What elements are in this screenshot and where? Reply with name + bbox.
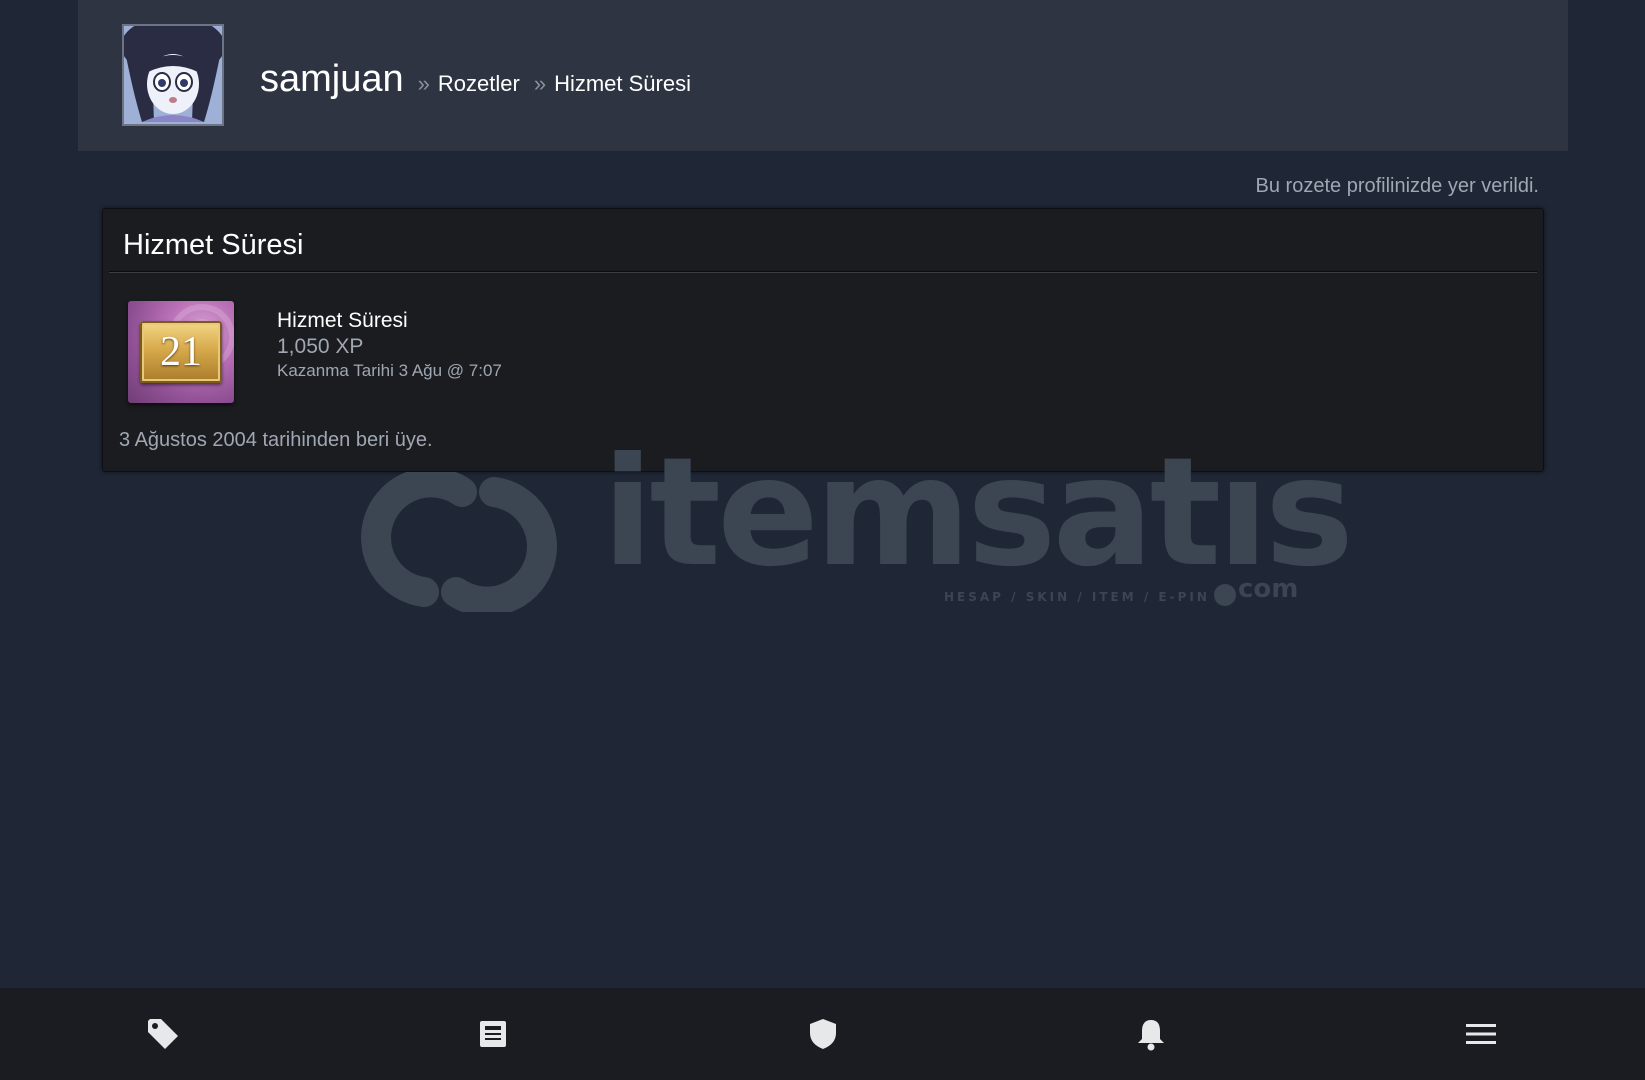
shield-icon	[810, 1019, 836, 1049]
breadcrumb: samjuan » Rozetler » Hizmet Süresi	[260, 58, 691, 101]
panel-divider	[109, 271, 1537, 273]
nav-menu-button[interactable]	[1441, 988, 1521, 1080]
breadcrumb-current[interactable]: Hizmet Süresi	[554, 71, 691, 97]
nav-notifications-button[interactable]	[1111, 988, 1191, 1080]
watermark-dot	[1214, 584, 1236, 606]
badge-description: 3 Ağustos 2004 tarihinden beri üye.	[119, 429, 433, 451]
badge-earned-date: Kazanma Tarihi 3 Ağu @ 7:07	[277, 361, 502, 380]
nav-news-button[interactable]	[453, 988, 533, 1080]
nav-guard-button[interactable]	[783, 988, 863, 1080]
breadcrumb-separator: »	[417, 71, 430, 96]
badge-icon: 21	[128, 301, 234, 403]
watermark-logo-icon	[361, 472, 557, 612]
tag-icon	[148, 1019, 178, 1049]
breadcrumb-separator: »	[533, 71, 547, 96]
badge-level: 21	[160, 329, 202, 375]
badge-panel: Hizmet Süresi 21 Hizmet Süresi 1,050 XP …	[102, 208, 1544, 472]
menu-icon	[1466, 1024, 1496, 1044]
nav-store-button[interactable]	[123, 988, 203, 1080]
profile-header: samjuan » Rozetler » Hizmet Süresi	[78, 0, 1568, 151]
avatar-image	[124, 26, 222, 124]
watermark: itemsatıs HESAP / SKIN / ITEM / E-PIN co…	[344, 426, 1354, 618]
watermark-tagline: HESAP / SKIN / ITEM / E-PIN	[944, 590, 1210, 604]
bell-icon	[1138, 1020, 1164, 1051]
news-icon	[480, 1021, 506, 1047]
badge-name: Hizmet Süresi	[277, 309, 408, 332]
badge-plate: 21	[140, 321, 222, 383]
watermark-suffix: com	[1238, 574, 1299, 604]
breadcrumb-username[interactable]: samjuan	[260, 58, 404, 101]
breadcrumb-badges-link[interactable]: Rozetler	[438, 71, 520, 97]
panel-title: Hizmet Süresi	[123, 229, 304, 261]
avatar[interactable]	[122, 24, 224, 126]
badge-featured-note: Bu rozete profilinizde yer verildi.	[1255, 175, 1539, 197]
badge-xp: 1,050 XP	[277, 335, 364, 358]
bottom-nav	[0, 988, 1645, 1080]
